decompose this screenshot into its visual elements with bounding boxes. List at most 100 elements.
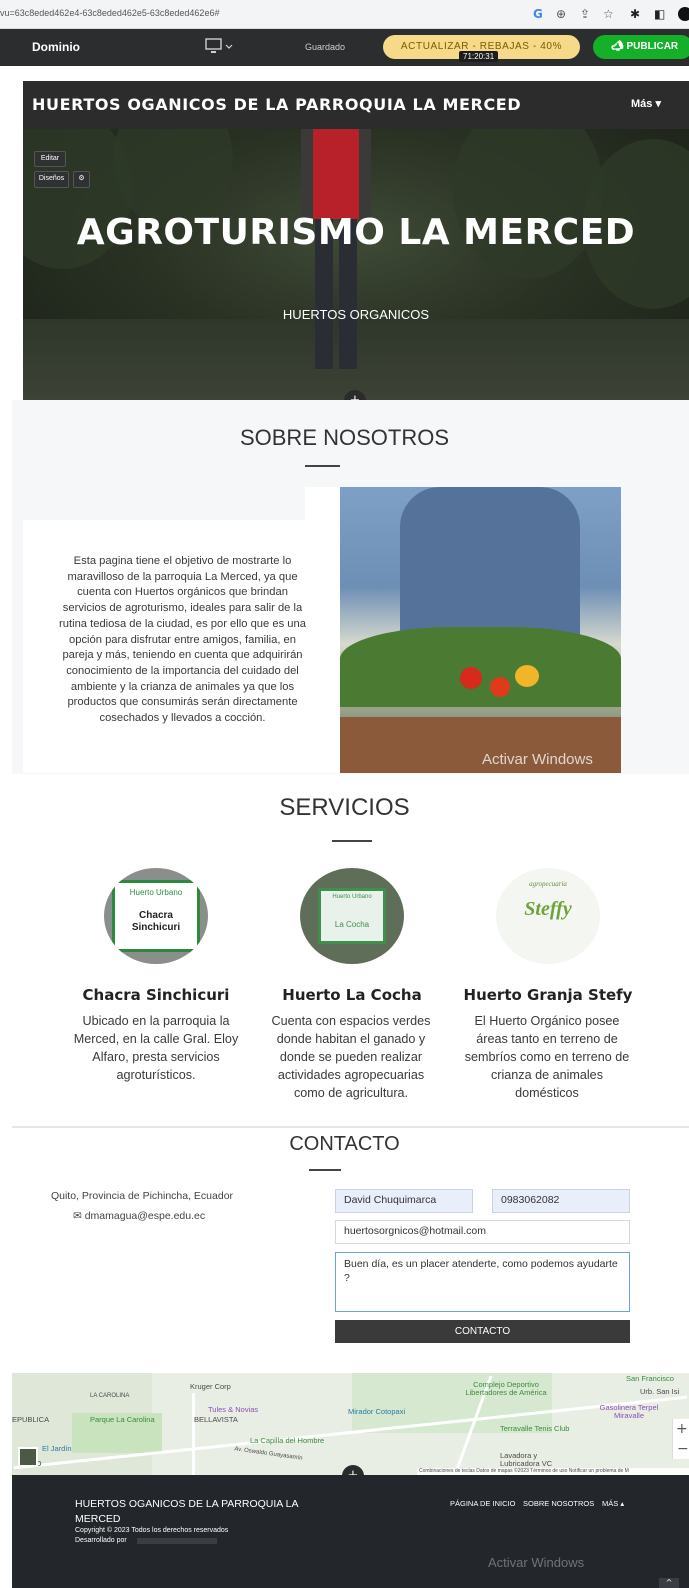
zoom-in-icon[interactable]: + [676,1421,688,1437]
hero-person-image [301,129,371,369]
envelope-icon: ✉ [73,1210,85,1222]
map-label: Terravalle Tenis Club [500,1424,570,1433]
vegetable-box-photo: Activar Windows [340,487,621,773]
contact-heading: CONTACTO [289,1133,400,1155]
zoom-out-icon[interactable]: − [677,1441,689,1457]
heading-divider [332,840,372,842]
edit-button[interactable]: Editar [34,151,66,167]
map-label: Mirador Cotopaxi [348,1407,406,1416]
phone-field[interactable]: 0983062082 [492,1189,630,1213]
map-label: Parque La Carolina [90,1415,155,1424]
share-icon[interactable]: ⇪ [580,7,590,21]
contact-submit-button[interactable]: CONTACTO [335,1320,630,1343]
service-image-chacra: Huerto Urbano Chacra Sinchicuri [104,868,208,964]
site-header: HUERTOS OGANICOS DE LA PARROQUIA LA MERC… [23,81,689,129]
map-label: La Capilla del Hombre [250,1436,325,1445]
map-label: EPUBLICA [12,1415,50,1424]
pepper [515,665,539,687]
google-icon[interactable]: G [533,7,543,21]
heading-divider [305,465,340,467]
section-separator [12,1126,689,1128]
map-layer-toggle[interactable] [18,1447,38,1467]
about-text: Esta pagina tiene el objetivo de mostrar… [59,555,306,725]
contact-email[interactable]: dmamagua@espe.edu.ec [85,1210,205,1222]
hero-subtitle: HUERTOS ORGANICOS [282,307,430,322]
service-image-cocha: Huerto Urbano La Cocha [300,868,404,964]
map-label: LA CAROLINA [90,1393,130,1399]
chevron-up-icon[interactable]: ^ [659,1578,679,1588]
footer-link-home[interactable]: PÁGINA DE INICIO [450,1499,515,1508]
gear-icon[interactable]: ⚙ [73,171,90,188]
upgrade-timer: 71:20:31 [459,51,499,62]
footer-link-more[interactable]: MÁS ▴ [602,1499,624,1508]
site-name[interactable]: Dominio [32,40,80,54]
hero-foliage [453,129,603,279]
site-title[interactable]: HUERTOS OGANICOS DE LA PARROQUIA LA MERC… [32,95,521,114]
profile-icon[interactable] [678,7,689,21]
activate-windows-watermark: Activar Windows [488,1555,585,1570]
road [192,1393,195,1475]
sign-text: Chacra Sinchicuri [131,910,181,933]
footer-copyright: Copyright © 2023 Todos los derechos rese… [75,1527,229,1534]
service-description: Ubicado en la parroquia la Merced, en la… [73,1014,239,1082]
map-label: Complejo Deportivo Libertadores de Améri… [465,1380,547,1397]
services-heading: SERVICIOS [279,794,410,821]
map-label: San Francisco [626,1374,674,1383]
greens [340,627,621,707]
map-label: Tules & Novias [208,1405,259,1414]
nav-more-dropdown[interactable]: Más ▾ [631,97,661,110]
map-embed[interactable]: Kruger Corp LA CAROLINA Parque La Caroli… [12,1373,689,1475]
redacted-text [137,1538,217,1544]
email-field[interactable]: huertosorgnicos@hotmail.com [335,1220,630,1244]
service-name: Chacra Sinchicuri [82,986,230,1004]
map-label: Kruger Corp [190,1382,231,1391]
publish-label: PUBLICAR [626,41,679,52]
service-name: Huerto Granja Stefy [463,986,633,1004]
megaphone-icon: 📣︎ [611,41,627,52]
map-label: BELLAVISTA [194,1415,238,1424]
zoom-icon[interactable]: ⊕ [556,7,566,21]
extensions-icon[interactable]: ✱ [630,7,640,21]
sign-heading: agropecuaria [529,880,567,888]
developer-label: Desarrollado por [75,1537,127,1544]
heading-divider [309,1169,341,1171]
map-attribution[interactable]: Combinaciones de teclas Datos de mapas ©… [419,1468,629,1474]
editor-toolbar: Dominio Guardado ACTUALIZAR - REBAJAS - … [0,29,689,66]
service-description: Cuenta con espacios verdes donde habitan… [271,1014,431,1100]
sign-heading: Huerto Urbano [332,894,372,900]
message-field[interactable]: Buen día, es un placer atenderte, como p… [335,1252,630,1312]
star-icon[interactable]: ☆ [603,7,614,21]
map-label: Lavadora y Lubricadora VC [500,1451,553,1468]
tomato [490,677,510,697]
site-footer: HUERTOS OGANICOS DE LA PARROQUIA LA MERC… [12,1475,689,1588]
save-status: Guardado [305,42,346,52]
sidebar-icon[interactable]: ◧ [654,7,665,21]
designs-button[interactable]: Diseños [34,171,69,188]
url-text[interactable]: vu=63c8eded462e4-63c8eded462e5-63c8eded4… [0,8,219,18]
contact-email-row: ✉ dmamagua@espe.edu.ec [73,1210,205,1222]
sign-text: Steffy [524,898,572,920]
tomato [460,667,482,689]
map-label: Av. Oswaldo Guayasamín [233,1446,303,1462]
hero-title: AGROTURISMO LA MERCED [76,212,636,253]
service-description: El Huerto Orgánico posee áreas tanto en … [464,1014,630,1100]
footer-title: HUERTOS OGANICOS DE LA PARROQUIA LA MERC… [75,1498,298,1525]
publish-button[interactable]: 📣︎ PUBLICAR [593,35,689,59]
map-label: El Jardín [42,1444,72,1453]
footer-link-about[interactable]: SOBRE NOSOTROS [523,1499,594,1508]
activate-windows-watermark: Activar Windows [482,751,593,768]
footer-developer: Desarrollado por [75,1537,217,1544]
service-name: Huerto La Cocha [282,986,422,1004]
map-label: Gasolinera Terpel Miravalle [599,1403,659,1420]
sign-text: La Cocha [334,920,370,929]
service-image-stefy: agropecuaria Steffy [496,868,600,964]
contact-address: Quito, Provincia de Pichincha, Ecuador [50,1190,234,1202]
sign-heading: Huerto Urbano [129,888,183,897]
desktop-preview-icon[interactable] [205,38,233,56]
about-heading: SOBRE NOSOTROS [239,425,450,450]
name-field[interactable]: David Chuquimarca [335,1189,473,1213]
browser-address-bar: vu=63c8eded462e4-63c8eded462e5-63c8eded4… [0,0,689,29]
farmer-shirt [400,487,580,647]
hero-section: Editar Diseños ⚙ AGROTURISMO LA MERCED H… [23,129,689,400]
map-label: Urb. San Isi [640,1387,680,1396]
